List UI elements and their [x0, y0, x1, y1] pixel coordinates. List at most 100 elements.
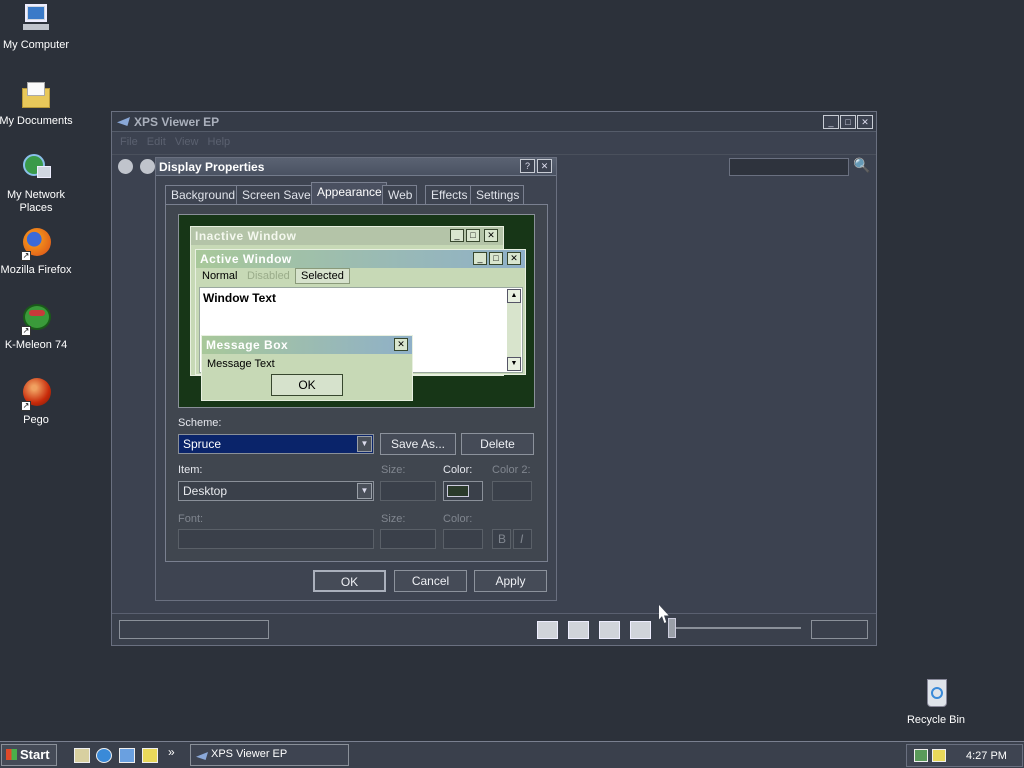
scheme-select[interactable]: Spruce ▼	[178, 434, 374, 454]
menu-view[interactable]: View	[175, 136, 199, 148]
close-button[interactable]: ✕	[857, 115, 873, 129]
minimize-icon: _	[450, 229, 464, 242]
desktop-icon-my-network-places[interactable]: My Network Places	[0, 152, 74, 215]
tab-effects[interactable]: Effects	[425, 185, 473, 204]
item-color2-button	[492, 481, 532, 501]
desktop-icon-recycle-bin[interactable]: Recycle Bin	[898, 677, 974, 727]
dialog-close-button[interactable]: ✕	[537, 159, 552, 173]
apply-button[interactable]: Apply	[474, 570, 547, 592]
dialog-titlebar[interactable]: Display Properties	[156, 158, 556, 176]
minimize-button[interactable]: _	[823, 115, 839, 129]
back-button[interactable]	[118, 159, 133, 174]
tab-screen-saver[interactable]: Screen Saver	[236, 185, 320, 204]
fit-width-icon[interactable]	[568, 621, 589, 639]
taskbar-task-xps-viewer[interactable]: XPS Viewer EP	[190, 744, 349, 766]
icon-label: K-Meleon 74	[4, 339, 68, 351]
menu-edit[interactable]: Edit	[147, 136, 166, 148]
menu-normal: Normal	[202, 270, 238, 282]
folder-icon	[19, 78, 53, 112]
menu-disabled: Disabled	[247, 270, 290, 282]
tab-web[interactable]: Web	[382, 185, 418, 204]
maximize-icon: □	[489, 252, 503, 265]
help-button[interactable]: ?	[520, 159, 535, 173]
quicklaunch-search-icon[interactable]	[142, 748, 158, 763]
scroll-down-icon: ▼	[507, 357, 521, 371]
preview-message-box: Message Box ✕ Message Text OK	[201, 335, 413, 401]
xps-statusbar	[112, 613, 876, 645]
system-tray: 4:27 PM	[906, 744, 1023, 767]
quicklaunch-chevron[interactable]: »	[168, 745, 175, 759]
page-number-field[interactable]	[119, 620, 269, 639]
ok-button[interactable]: OK	[313, 570, 386, 592]
message-text: Message Text	[207, 358, 275, 370]
start-button[interactable]: Start	[1, 744, 57, 766]
minimize-icon: _	[473, 252, 487, 265]
xps-titlebar[interactable]: XPS Viewer EP	[112, 112, 876, 132]
menu-selected: Selected	[295, 268, 350, 284]
icon-label: Mozilla Firefox	[0, 264, 72, 276]
fit-page-icon[interactable]	[537, 621, 558, 639]
chevron-down-icon[interactable]: ▼	[357, 436, 372, 452]
maximize-button[interactable]: □	[840, 115, 856, 129]
shortcut-arrow-icon: ↗	[21, 251, 31, 261]
quicklaunch-desktop-icon[interactable]	[74, 748, 90, 763]
recycle-bin-icon	[919, 677, 953, 711]
tab-background[interactable]: Background	[165, 185, 241, 204]
menu-help[interactable]: Help	[208, 136, 231, 148]
tab-appearance[interactable]: Appearance	[311, 182, 387, 205]
appearance-preview: Inactive Window _ □ ✕ Active Window _ □ …	[178, 214, 535, 408]
network-tray-icon[interactable]	[914, 749, 928, 762]
font-size-select	[380, 529, 436, 549]
message-ok-button: OK	[271, 374, 343, 396]
clock[interactable]: 4:27 PM	[966, 750, 1007, 762]
color-swatch	[447, 485, 469, 497]
desktop-icon-my-computer[interactable]: My Computer	[0, 2, 74, 52]
desktop-icon-my-documents[interactable]: My Documents	[0, 78, 74, 128]
zoom-field[interactable]	[811, 620, 868, 639]
item-select[interactable]: Desktop ▼	[178, 481, 374, 501]
close-icon: ✕	[484, 229, 498, 242]
icon-label: My Documents	[0, 115, 73, 127]
italic-button: I	[513, 529, 532, 549]
cancel-button[interactable]: Cancel	[394, 570, 467, 592]
icon-label: Pego	[23, 414, 49, 426]
xps-menubar: File Edit View Help	[120, 136, 230, 148]
close-icon: ✕	[394, 338, 408, 351]
desktop-icon-k-meleon[interactable]: ↗ K-Meleon 74	[0, 302, 74, 352]
network-icon	[19, 152, 53, 186]
maximize-icon: □	[466, 229, 480, 242]
scheme-label: Scheme:	[178, 417, 222, 429]
save-as-button[interactable]: Save As...	[380, 433, 456, 455]
update-tray-icon[interactable]	[932, 749, 946, 762]
shortcut-arrow-icon: ↗	[21, 326, 31, 336]
font-select	[178, 529, 374, 549]
zoom-slider-thumb[interactable]	[668, 618, 676, 638]
shortcut-arrow-icon: ↗	[21, 401, 31, 411]
display-properties-dialog: Display Properties ? ✕ Background Screen…	[155, 157, 557, 601]
color-label: Color:	[443, 464, 473, 476]
quicklaunch-ie-icon[interactable]	[96, 748, 112, 763]
message-box-title: Message Box	[202, 336, 412, 354]
item-label: Item:	[178, 464, 203, 476]
kmeleon-icon: ↗	[19, 302, 53, 336]
menu-file[interactable]: File	[120, 136, 138, 148]
bold-button: B	[492, 529, 511, 549]
delete-button[interactable]: Delete	[461, 433, 534, 455]
search-icon[interactable]: 🔍	[853, 157, 871, 175]
desktop-icon-pego[interactable]: ↗ Pego	[0, 377, 74, 427]
tab-settings[interactable]: Settings	[470, 185, 525, 204]
chevron-down-icon[interactable]: ▼	[357, 483, 372, 499]
firefox-icon: ↗	[19, 227, 53, 261]
xps-app-icon	[196, 752, 208, 760]
quicklaunch-mail-icon[interactable]	[119, 748, 135, 763]
desktop-icon-mozilla-firefox[interactable]: ↗ Mozilla Firefox	[0, 227, 74, 277]
item-color-button[interactable]	[443, 481, 483, 501]
search-input[interactable]	[729, 158, 849, 176]
window-text: Window Text	[203, 291, 276, 305]
font-size-label: Size:	[381, 513, 406, 525]
thumbnails-icon[interactable]	[630, 621, 651, 639]
forward-button[interactable]	[140, 159, 155, 174]
two-pages-icon[interactable]	[599, 621, 620, 639]
font-color-label: Color:	[443, 513, 473, 525]
zoom-slider-track[interactable]	[674, 627, 801, 629]
